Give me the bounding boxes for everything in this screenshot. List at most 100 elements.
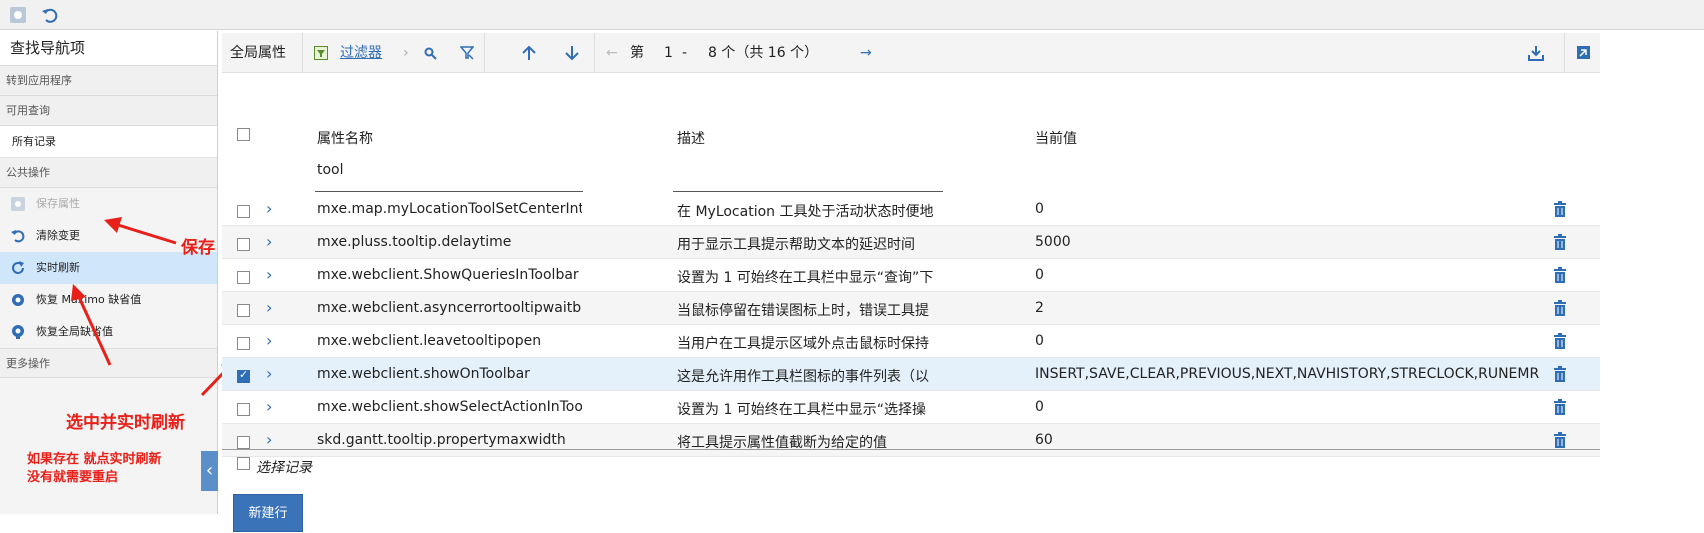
current-value-cell: 0 [1035, 333, 1044, 349]
expand-row-icon[interactable]: › [266, 397, 272, 416]
row-checkbox[interactable] [237, 368, 250, 383]
expand-row-icon[interactable]: › [266, 199, 272, 218]
description-cell: 在 MyLocation 工具处于活动状态时便地 [677, 204, 934, 220]
previous-page-icon[interactable]: ← [606, 33, 618, 73]
column-header-name[interactable]: 属性名称 [317, 128, 373, 148]
current-value-cell: 2 [1035, 300, 1044, 316]
table-row[interactable]: › mxe.pluss.tooltip.delaytime 用于显示工具提示帮助文本… [222, 226, 1600, 259]
table-row[interactable]: › skd.gantt.tooltip.propertymaxwidth 将工具提示… [222, 424, 1600, 457]
row-checkbox[interactable] [237, 436, 250, 449]
row-checkbox[interactable] [237, 337, 250, 350]
expand-row-icon[interactable]: › [266, 265, 272, 284]
property-name-cell: mxe.webclient.showSelectActionInTool [317, 399, 582, 415]
expand-row-icon[interactable]: › [266, 331, 272, 350]
table-row[interactable]: › mxe.webclient.leavetooltipopen 当用户在工具提示区… [222, 325, 1600, 358]
table-row[interactable]: › mxe.webclient.showSelectActionInTool 设置为… [222, 391, 1600, 424]
row-checkbox[interactable] [237, 238, 250, 251]
undo-icon [11, 230, 25, 243]
row-checkbox[interactable] [237, 271, 250, 284]
delete-row-icon[interactable] [1553, 267, 1567, 283]
property-name-cell: mxe.webclient.showOnToolbar [317, 366, 530, 382]
delete-row-icon[interactable] [1553, 432, 1567, 448]
description-cell: 当鼠标停留在错误图标上时，错误工具提 [677, 303, 929, 319]
new-row-button[interactable]: 新建行 [233, 494, 303, 532]
current-value-cell: 0 [1035, 201, 1044, 217]
divider [302, 33, 303, 73]
desc-filter-input[interactable] [673, 191, 943, 192]
table-header: 属性名称 描述 当前值 tool [222, 74, 1600, 192]
row-checkbox[interactable] [237, 403, 250, 416]
table-row[interactable]: › mxe.webclient.showOnToolbar 这是允许用作工具栏图标的… [222, 358, 1600, 391]
name-filter-input[interactable]: tool [317, 162, 344, 178]
available-queries-section[interactable]: 可用查询 [0, 96, 217, 126]
save-properties-action[interactable]: 保存属性 [0, 188, 217, 220]
find-navigation-item[interactable]: 查找导航项 [0, 31, 217, 66]
restore-global-defaults-action[interactable]: 恢复全局缺省值 [0, 316, 217, 348]
goto-app-link[interactable]: 转到应用程序 [0, 66, 217, 96]
live-refresh-label: 实时刷新 [36, 261, 80, 274]
table-row[interactable]: › mxe.webclient.asyncerrortooltipwaitbe 当鼠… [222, 292, 1600, 325]
divider [484, 33, 485, 73]
clear-filter-icon[interactable] [460, 46, 474, 60]
expand-row-icon[interactable]: › [266, 430, 272, 449]
current-value-cell: 60 [1035, 432, 1053, 448]
page-prefix: 第 [630, 45, 644, 61]
description-cell: 设置为 1 可始终在工具栏中显示“选择操 [677, 402, 927, 418]
column-header-value[interactable]: 当前值 [1035, 128, 1077, 148]
description-cell: 设置为 1 可始终在工具栏中显示“查询”下 [677, 270, 934, 286]
delete-row-icon[interactable] [1553, 399, 1567, 415]
more-actions-section[interactable]: 更多操作 [0, 348, 217, 378]
divider [1564, 33, 1565, 73]
page-to: 8 个（共 16 个） [708, 45, 819, 61]
current-value-cell: 0 [1035, 399, 1044, 415]
divider [594, 33, 595, 73]
restore-maximo-defaults-action[interactable]: 恢复 Maximo 缺省值 [0, 284, 217, 316]
table-footer-divider [222, 449, 1600, 450]
expand-row-icon[interactable]: › [266, 232, 272, 251]
public-actions-section: 公共操作 [0, 158, 217, 188]
annotation-note-line1: 如果存在 就点实时刷新 [27, 452, 162, 467]
undo-icon[interactable] [40, 5, 60, 25]
select-records-label[interactable]: 选择记录 [256, 457, 312, 477]
all-records-query[interactable]: 所有记录 [0, 126, 217, 158]
expand-row-icon[interactable]: › [266, 298, 272, 317]
current-value-cell: INSERT,SAVE,CLEAR,PREVIOUS,NEXT,NAVHISTO… [1035, 366, 1540, 382]
annotation-note-line2: 没有就需要重启 [27, 470, 119, 485]
download-icon[interactable] [1528, 45, 1544, 61]
main-panel: 全局属性 过滤器 › ← 第 1 - 8 个（共 16 个） → 属性名称 描述… [222, 33, 1602, 532]
current-value-cell: 5000 [1035, 234, 1071, 250]
row-checkbox[interactable] [237, 205, 250, 218]
maximize-icon[interactable] [1577, 46, 1590, 59]
delete-row-icon[interactable] [1553, 234, 1567, 250]
next-page-icon[interactable]: → [860, 33, 872, 73]
filter-icon[interactable] [314, 46, 328, 60]
expand-row-icon[interactable]: › [266, 364, 272, 383]
delete-row-icon[interactable] [1553, 366, 1567, 382]
property-name-cell: mxe.webclient.leavetooltipopen [317, 333, 542, 349]
property-name-cell: mxe.map.myLocationToolSetCenterInte [317, 201, 582, 217]
save-icon [11, 197, 25, 211]
search-icon[interactable] [424, 47, 437, 60]
column-header-desc[interactable]: 描述 [677, 128, 705, 148]
property-name-cell: skd.gantt.tooltip.propertymaxwidth [317, 432, 566, 448]
row-checkbox[interactable] [237, 304, 250, 317]
page-dash: - [682, 45, 688, 61]
delete-row-icon[interactable] [1553, 201, 1567, 217]
collapse-sidebar-button[interactable]: ‹ [201, 451, 218, 491]
table-toolbar: 全局属性 过滤器 › ← 第 1 - 8 个（共 16 个） → [222, 33, 1600, 73]
chevron-right-icon: › [403, 45, 409, 61]
delete-row-icon[interactable] [1553, 333, 1567, 349]
property-name-cell: mxe.webclient.asyncerrortooltipwaitbe [317, 300, 582, 316]
table-row[interactable]: › mxe.webclient.ShowQueriesInToolbar 设置为 1… [222, 259, 1600, 292]
table-row[interactable]: › mxe.map.myLocationToolSetCenterInte 在 My… [222, 193, 1600, 226]
table-title: 全局属性 [230, 45, 286, 61]
settings-icon[interactable] [8, 5, 28, 25]
filter-link[interactable]: 过滤器 [340, 33, 382, 73]
delete-row-icon[interactable] [1553, 300, 1567, 316]
name-filter-underline [315, 191, 583, 192]
arrow-up-icon[interactable] [522, 45, 536, 61]
select-records-checkbox[interactable] [237, 457, 250, 470]
select-all-checkbox[interactable] [237, 128, 250, 141]
arrow-down-icon[interactable] [565, 45, 579, 61]
sidebar: 查找导航项 转到应用程序 可用查询 所有记录 公共操作 保存属性 清除变更 实时… [0, 31, 218, 514]
